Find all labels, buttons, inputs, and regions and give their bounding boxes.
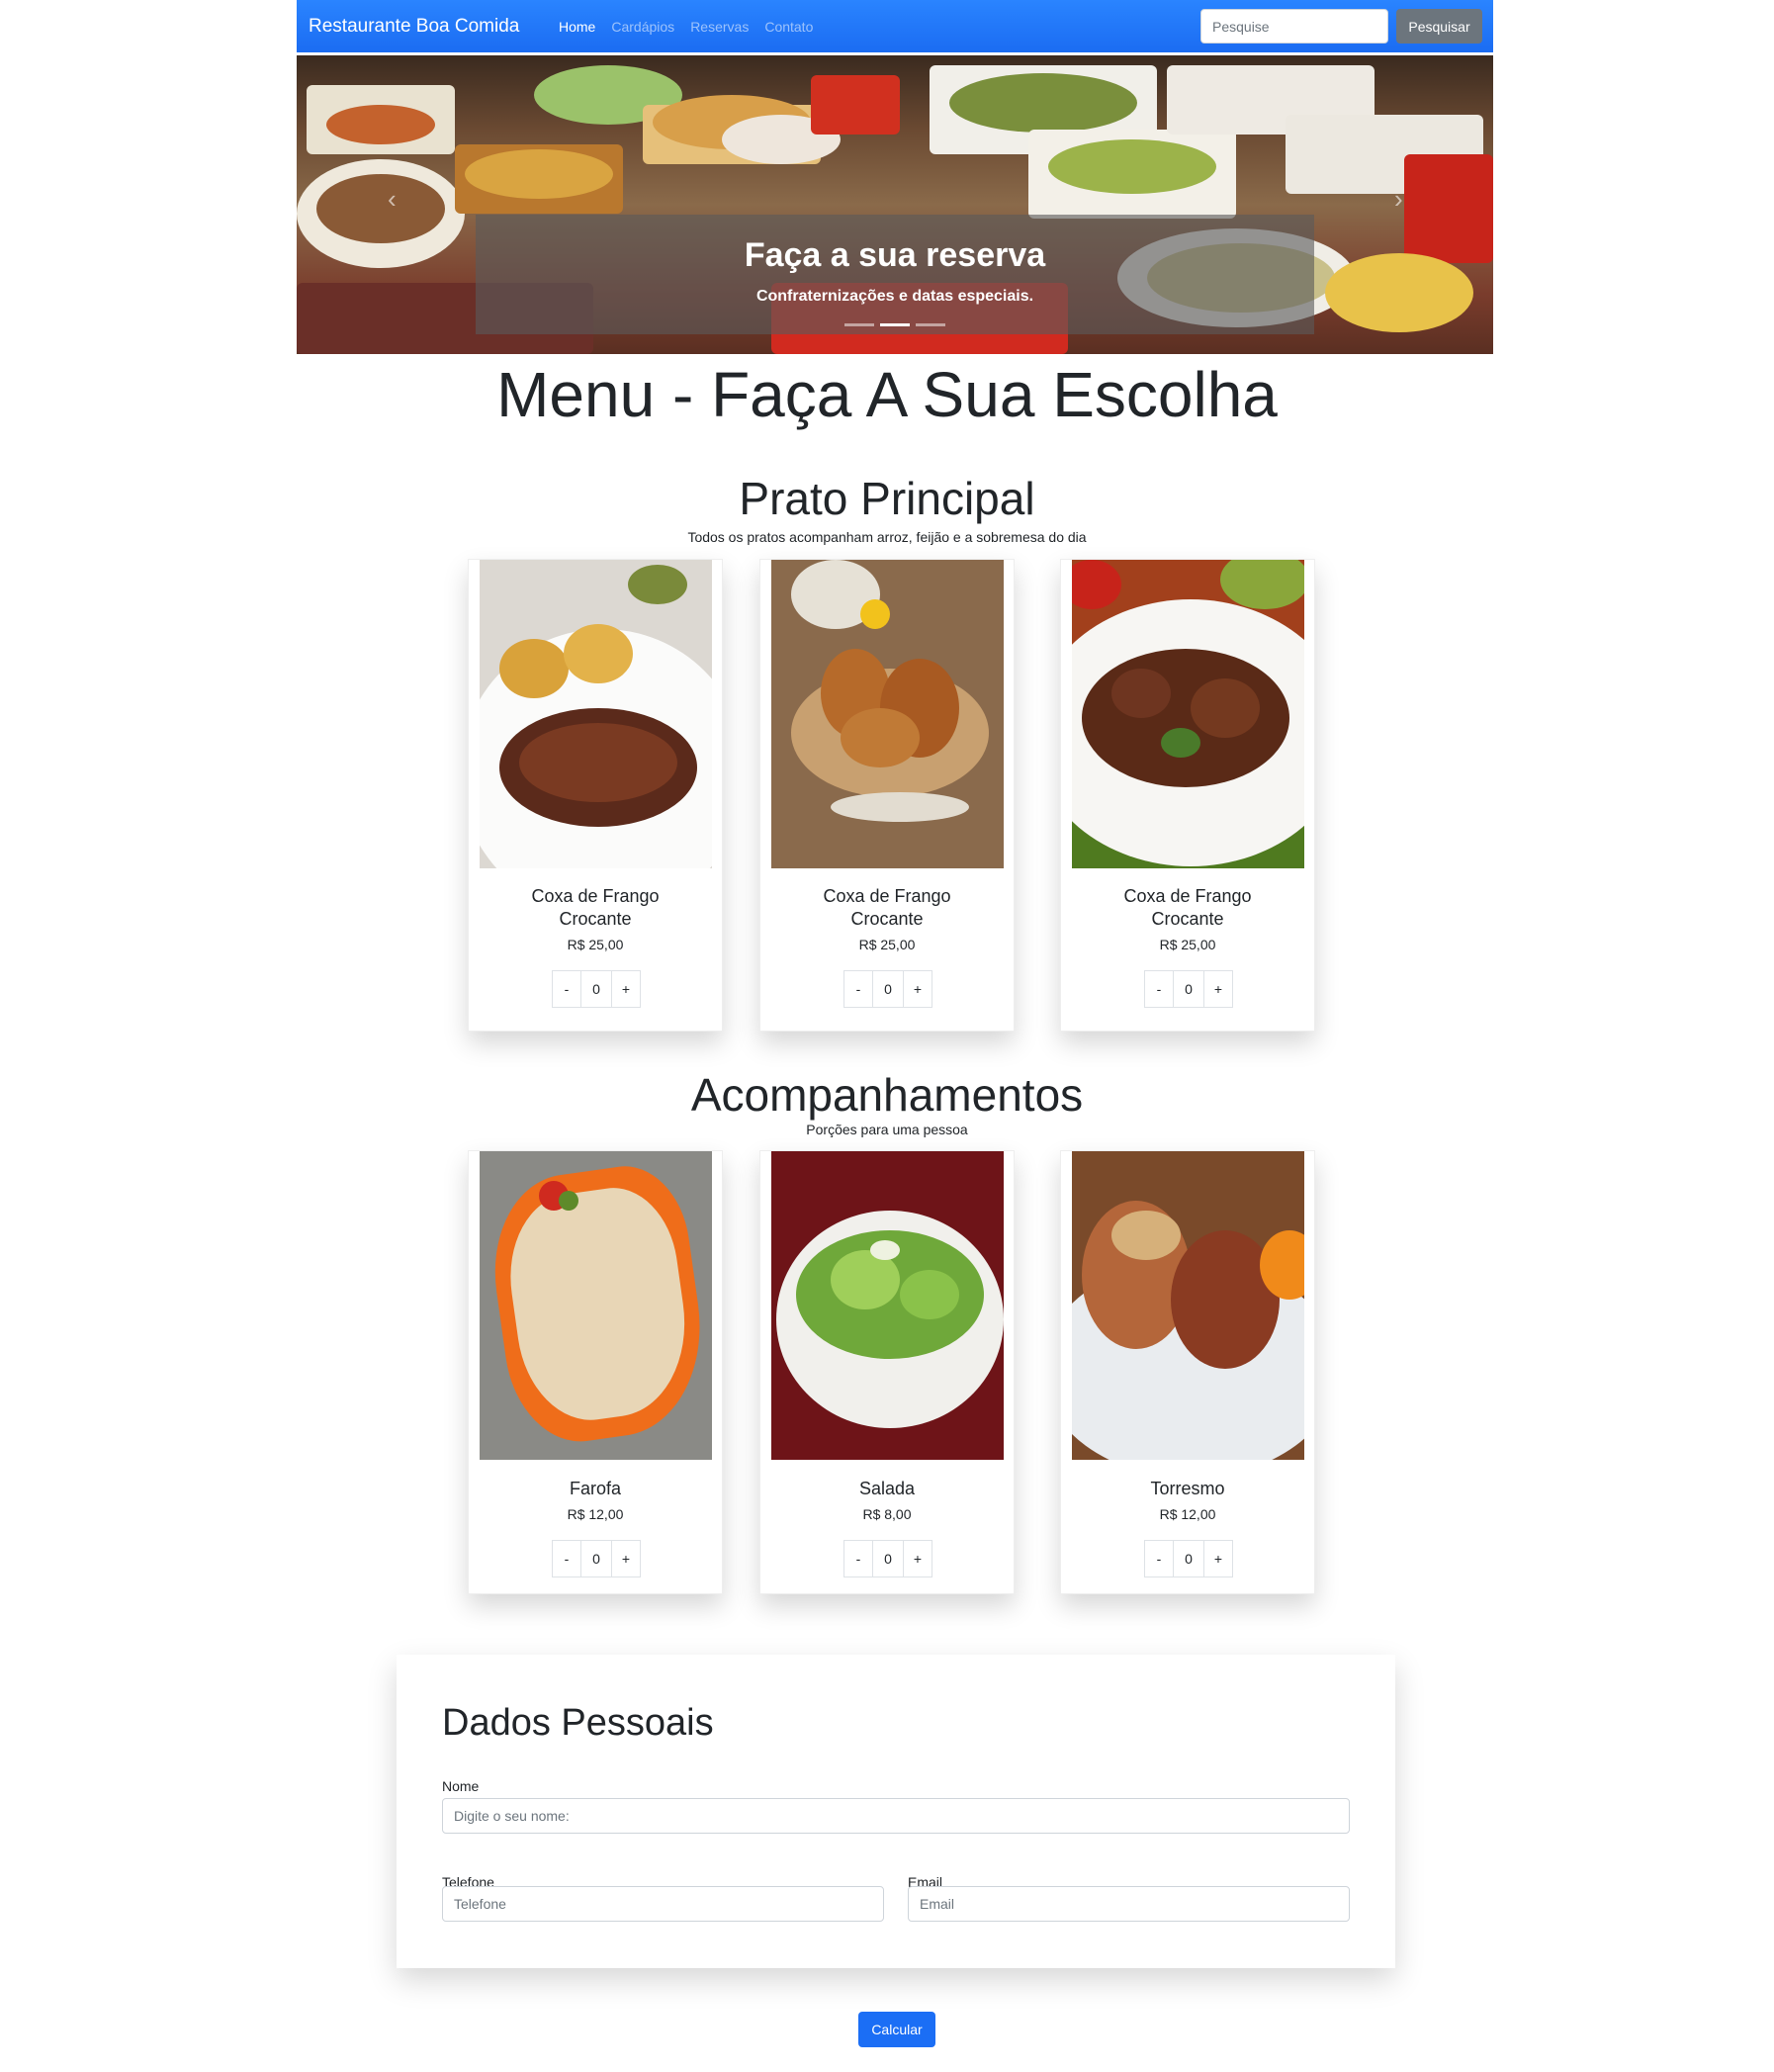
phone-field[interactable] [442,1886,884,1922]
item-name: Torresmo [1150,1479,1225,1498]
item-price: R$ 12,00 [1159,1506,1216,1522]
item-price: R$ 25,00 [567,937,624,952]
carousel-next-icon[interactable]: › [1394,184,1403,215]
nav-link-home[interactable]: Home [559,19,595,35]
quantity-value: 0 [581,970,611,1008]
carousel-indicator-1[interactable] [844,323,874,326]
decrement-button[interactable]: - [843,1540,873,1577]
name-field[interactable] [442,1798,1350,1834]
quantity-value: 0 [1174,1540,1203,1577]
item-name: Salada [858,1479,916,1498]
salad-image [771,1151,1004,1460]
menu-card: Coxa de Frango Crocante R$ 25,00 - 0 + [759,559,1015,1032]
beef-stew-image [1072,560,1304,868]
menu-card: Salada R$ 8,00 - 0 + [759,1150,1015,1594]
decrement-button[interactable]: - [1144,1540,1174,1577]
email-field[interactable] [908,1886,1350,1922]
search-button[interactable]: Pesquisar [1396,9,1482,44]
increment-button[interactable]: + [611,1540,641,1577]
increment-button[interactable]: + [1203,970,1233,1008]
carousel-subtitle: Confraternizações e datas especiais. [755,288,1034,305]
increment-button[interactable]: + [611,970,641,1008]
nav-link-contato[interactable]: Contato [764,19,813,35]
section-subtitle-sides: Porções para uma pessoa [806,1122,968,1137]
item-name: Coxa de Frango Crocante [823,886,951,929]
quantity-stepper: - 0 + [1144,970,1233,1008]
carousel-caption: Faça a sua reserva Confraternizações e d… [476,215,1314,334]
search-input[interactable] [1200,9,1388,44]
carousel-indicators [476,323,1314,326]
menu-card: Coxa de Frango Crocante R$ 25,00 - 0 + [1060,559,1315,1032]
section-title-sides: Acompanhamentos [690,1069,1084,1121]
quantity-value: 0 [873,1540,903,1577]
nav-link-cardapios[interactable]: Cardápios [611,19,674,35]
decrement-button[interactable]: - [1144,970,1174,1008]
item-price: R$ 8,00 [862,1506,912,1522]
nav-links: Home Cardápios Reservas Contato [559,19,813,35]
quantity-value: 0 [1174,970,1203,1008]
item-name: Coxa de Frango Crocante [531,886,660,929]
carousel-indicator-3[interactable] [916,323,945,326]
quantity-value: 0 [873,970,903,1008]
personal-data-form: Dados Pessoais Nome Telefone Email [397,1655,1395,1968]
decrement-button[interactable]: - [843,970,873,1008]
fried-chicken-image [771,560,1004,868]
form-title: Dados Pessoais [442,1702,714,1744]
section-title-main: Prato Principal [739,473,1035,524]
quantity-stepper: - 0 + [843,1540,932,1577]
item-name: Coxa de Frango Crocante [1123,886,1252,929]
grilled-steak-image [480,560,712,868]
item-price: R$ 25,00 [858,937,916,952]
increment-button[interactable]: + [1203,1540,1233,1577]
carousel-title: Faça a sua reserva [744,236,1046,274]
carousel-indicator-2[interactable] [880,323,910,326]
section-subtitle-main: Todos os pratos acompanham arroz, feijão… [687,529,1087,545]
item-price: R$ 25,00 [1159,937,1216,952]
name-label: Nome [442,1778,480,1794]
nav-link-reservas[interactable]: Reservas [690,19,749,35]
calculate-button[interactable]: Calcular [858,2012,935,2047]
menu-card: Torresmo R$ 12,00 - 0 + [1060,1150,1315,1594]
increment-button[interactable]: + [903,970,932,1008]
item-price: R$ 12,00 [567,1506,624,1522]
brand-link[interactable]: Restaurante Boa Comida [309,16,559,38]
decrement-button[interactable]: - [552,1540,581,1577]
increment-button[interactable]: + [903,1540,932,1577]
quantity-stepper: - 0 + [552,1540,641,1577]
torresmo-image [1072,1151,1304,1460]
menu-card: Coxa de Frango Crocante R$ 25,00 - 0 + [468,559,723,1032]
carousel-prev-icon[interactable]: ‹ [388,184,397,215]
navbar: Restaurante Boa Comida Home Cardápios Re… [297,0,1493,52]
hero-carousel: ‹ › Faça a sua reserva Confraternizações… [297,55,1493,354]
menu-card: Farofa R$ 12,00 - 0 + [468,1150,723,1594]
quantity-value: 0 [581,1540,611,1577]
quantity-stepper: - 0 + [552,970,641,1008]
quantity-stepper: - 0 + [843,970,932,1008]
item-name: Farofa [569,1479,622,1498]
quantity-stepper: - 0 + [1144,1540,1233,1577]
page-title: Menu - Faça A Sua Escolha [496,359,1278,430]
decrement-button[interactable]: - [552,970,581,1008]
farofa-image [480,1151,712,1460]
